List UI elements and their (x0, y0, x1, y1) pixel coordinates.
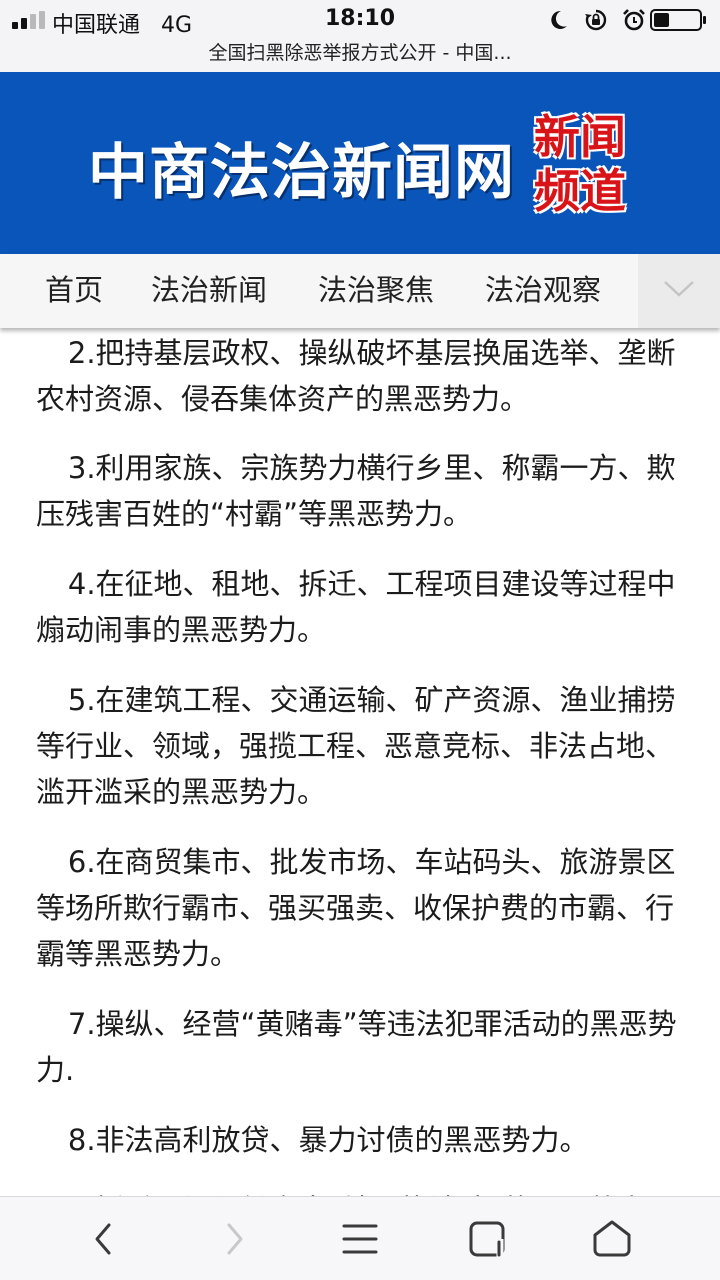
back-icon (95, 1223, 111, 1255)
browser-toolbar (0, 1196, 720, 1280)
menu-icon (342, 1224, 378, 1254)
rotation-lock-icon (584, 8, 608, 32)
home-icon (593, 1220, 631, 1257)
page-title[interactable]: 全国扫黑除恶举报方式公开 - 中国... (0, 38, 720, 65)
status-time: 18:10 (324, 6, 396, 31)
alarm-icon (622, 8, 646, 32)
article-paragraph: 5.在建筑工程、交通运输、矿产资源、渔业捕捞等行业、领域，强揽工程、恶意竞标、非… (36, 683, 676, 809)
main-nav: 首页 法治新闻 法治聚焦 法治观察 (0, 254, 720, 328)
menu-button[interactable] (338, 1217, 382, 1261)
status-bar: 中国联通 4G 18:10 (0, 0, 720, 38)
article-paragraph: 9.插手民间纠纷充当“地下执法队”的黑恶势力。 (36, 1187, 686, 1196)
tabs-button[interactable] (466, 1217, 510, 1261)
chevron-down-icon (664, 281, 694, 297)
article-body: 2.把持基层政权、操纵破坏基层换届选举、垄断农村资源、侵吞集体资产的黑恶势力。 … (0, 328, 720, 1196)
article-paragraph: 6.在商贸集市、批发市场、车站码头、旅游景区等场所欺行霸市、强买强卖、收保护费的… (36, 845, 676, 971)
site-banner[interactable]: 中商法治新闻网 新闻 频道 (0, 72, 720, 254)
forward-button[interactable] (212, 1217, 256, 1261)
article-paragraph: 7.操纵、经营“黄赌毒”等违法犯罪活动的黑恶势力. (36, 1007, 677, 1087)
nav-item-legal-focus[interactable]: 法治聚焦 (318, 254, 434, 328)
nav-item-home[interactable]: 首页 (45, 254, 103, 328)
forward-icon (227, 1223, 243, 1255)
tabs-icon (469, 1221, 505, 1257)
home-button[interactable] (590, 1217, 634, 1261)
nav-more-button[interactable] (638, 254, 720, 328)
article-paragraph: 4.在征地、租地、拆迁、工程项目建设等过程中煽动闹事的黑恶势力。 (36, 567, 676, 647)
article-paragraph: 8.非法高利放贷、暴力讨债的黑恶势力。 (67, 1123, 589, 1157)
news-channel-badge: 新闻 频道 (534, 110, 626, 218)
back-button[interactable] (82, 1217, 126, 1261)
article-paragraph: 2.把持基层政权、操纵破坏基层换届选举、垄断农村资源、侵吞集体资产的黑恶势力。 (36, 336, 676, 416)
nav-item-legal-news[interactable]: 法治新闻 (151, 254, 267, 328)
browser-top-bar: 中国联通 4G 18:10 全国扫黑除恶举报方式公开 - 中国... (0, 0, 720, 72)
nav-item-legal-observation[interactable]: 法治观察 (485, 254, 601, 328)
battery-icon (650, 8, 708, 32)
moon-icon (546, 8, 570, 32)
site-logo-text: 中商法治新闻网 (88, 138, 515, 208)
article-paragraph: 3.利用家族、宗族势力横行乡里、称霸一方、欺压残害百姓的“村霸”等黑恶势力。 (36, 451, 676, 531)
